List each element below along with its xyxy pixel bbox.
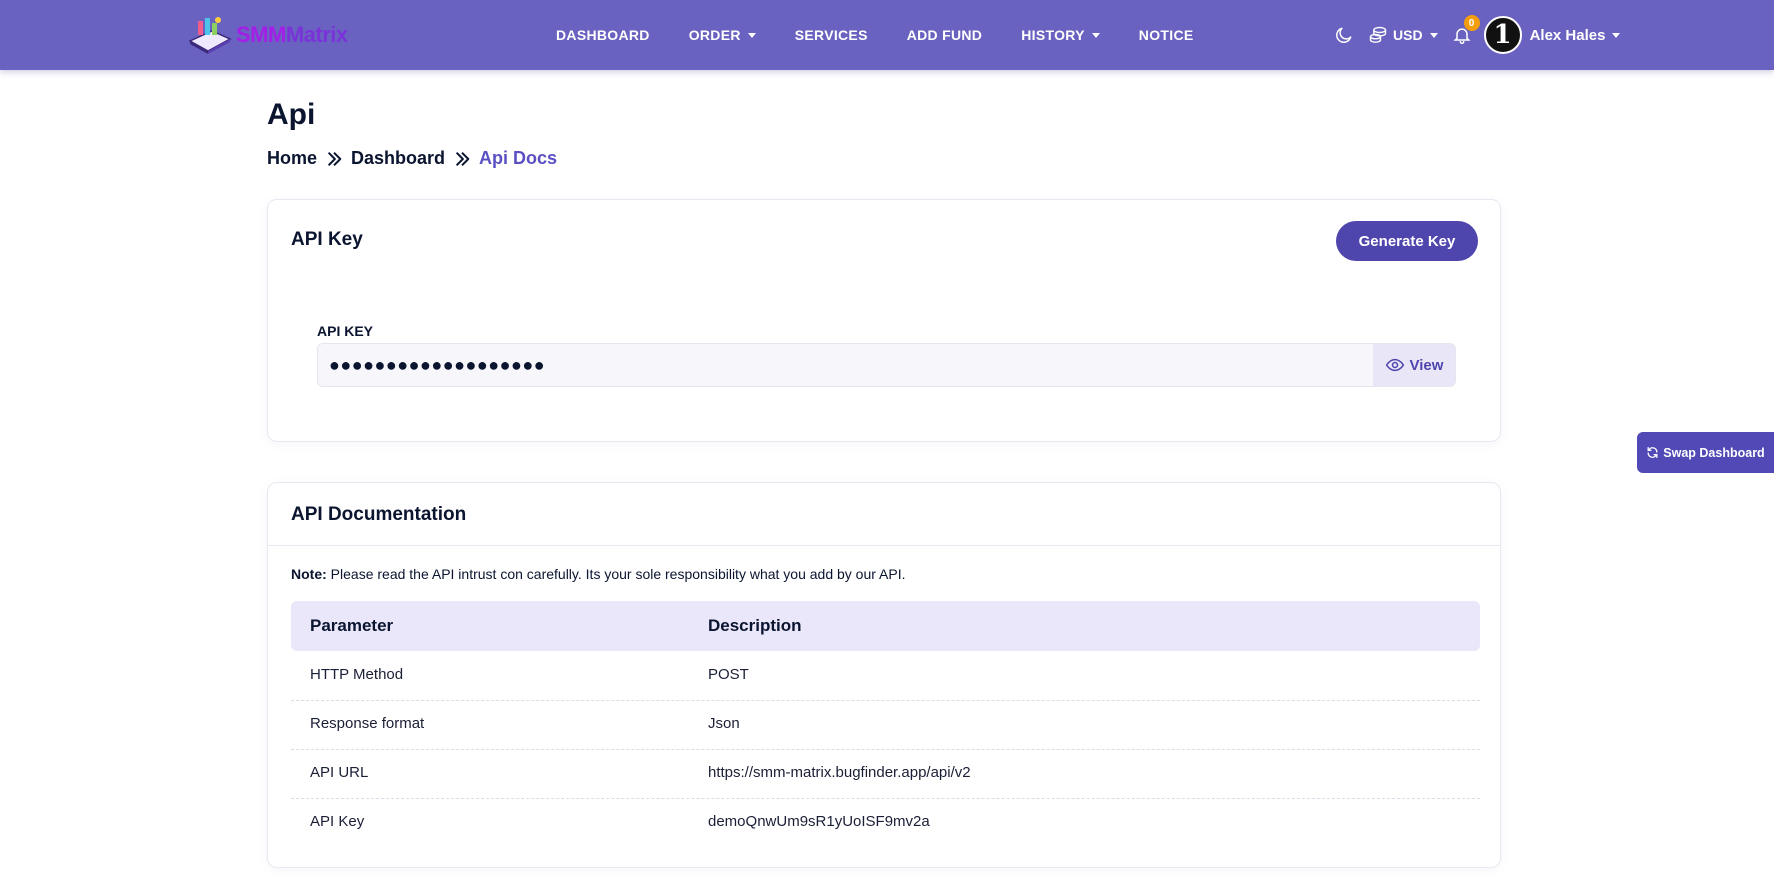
api-key-card-title: API Key	[291, 229, 363, 250]
param-cell: API Key	[310, 813, 365, 830]
nav-add-fund-label: ADD FUND	[906, 27, 983, 43]
note-text: Please read the API intrust con carefull…	[326, 566, 906, 582]
column-header-description: Description	[708, 616, 802, 635]
nav-history[interactable]: HISTORY	[1021, 27, 1100, 43]
chevron-down-icon	[1091, 32, 1100, 38]
currency-selector[interactable]: USD	[1368, 25, 1438, 45]
table-row: API URL https://smm-matrix.bugfinder.app…	[291, 749, 1480, 799]
param-cell: Response format	[310, 715, 425, 732]
avatar-text: 1	[1493, 20, 1512, 50]
api-key-card: API Key Generate Key API KEY View	[267, 199, 1501, 442]
page-title: Api	[267, 98, 316, 131]
coins-icon	[1369, 26, 1387, 43]
breadcrumb-api-docs: Api Docs	[479, 148, 558, 168]
double-chevron-right-icon	[325, 150, 343, 168]
swap-dashboard-label: Swap Dashboard	[1663, 445, 1765, 460]
nav-notice[interactable]: NOTICE	[1139, 27, 1194, 43]
theme-toggle[interactable]	[1334, 25, 1354, 45]
logo-text: SMMMatrix	[236, 22, 348, 48]
description-cell: POST	[708, 666, 749, 683]
table-header: Parameter Description	[291, 601, 1480, 651]
logo-icon	[188, 17, 232, 54]
card-divider	[268, 545, 1500, 546]
currency-label: USD	[1393, 27, 1423, 43]
view-key-label: View	[1409, 356, 1444, 374]
main-menu: DASHBOARD ORDER SERVICES ADD FUND HISTOR…	[556, 0, 1233, 70]
api-docs-card-title: API Documentation	[291, 504, 467, 525]
notification-badge: 0	[1463, 15, 1480, 31]
moon-icon	[1336, 27, 1352, 43]
description-cell: demoQnwUm9sR1yUoISF9mv2a	[708, 813, 930, 830]
breadcrumb-dashboard[interactable]: Dashboard	[351, 148, 445, 169]
nav-services[interactable]: SERVICES	[795, 27, 868, 43]
docs-note: Note: Please read the API intrust con ca…	[291, 566, 906, 582]
logo-text-part2: Matrix	[285, 22, 348, 47]
breadcrumb-home[interactable]: Home	[267, 148, 317, 169]
breadcrumb: Home Dashboard Api Docs	[267, 148, 557, 169]
top-navbar: SMMMatrix DASHBOARD ORDER SERVICES ADD F…	[0, 0, 1774, 70]
nav-add-fund[interactable]: ADD FUND	[907, 27, 983, 43]
table-row: API Key demoQnwUm9sR1yUoISF9mv2a	[291, 798, 1480, 847]
nav-services-label: SERVICES	[794, 27, 868, 43]
user-name-label: Alex Hales	[1529, 26, 1606, 44]
note-label: Note:	[291, 566, 327, 582]
api-docs-card: API Documentation Note: Please read the …	[267, 482, 1501, 868]
api-key-field[interactable]	[318, 344, 1373, 386]
nav-dashboard-label: DASHBOARD	[556, 27, 650, 43]
api-key-label: API KEY	[317, 323, 374, 339]
chevron-down-icon	[1612, 32, 1621, 38]
nav-history-label: HISTORY	[1021, 27, 1085, 43]
column-header-parameter: Parameter	[310, 616, 394, 635]
param-cell: HTTP Method	[310, 666, 404, 683]
logo-text-part1: SMM	[236, 22, 286, 47]
notifications-button[interactable]: 0	[1452, 15, 1480, 46]
brand-logo[interactable]: SMMMatrix	[188, 14, 348, 56]
swap-dashboard-button[interactable]: Swap Dashboard	[1637, 432, 1774, 473]
double-chevron-right-icon	[453, 150, 471, 168]
avatar[interactable]: 1	[1483, 16, 1522, 54]
description-cell: Json	[708, 715, 740, 732]
api-key-input-group: View	[317, 343, 1456, 387]
nav-right-controls: USD 0 1 Alex Hales	[1334, 0, 1621, 70]
refresh-icon	[1647, 446, 1658, 459]
nav-order-label: ORDER	[688, 27, 741, 43]
chevron-down-icon	[1429, 32, 1438, 38]
user-menu[interactable]: Alex Hales	[1530, 27, 1621, 44]
eye-icon	[1385, 358, 1404, 372]
nav-order[interactable]: ORDER	[689, 27, 756, 43]
description-cell: https://smm-matrix.bugfinder.app/api/v2	[708, 764, 971, 781]
nav-dashboard[interactable]: DASHBOARD	[556, 27, 650, 43]
view-key-button[interactable]: View	[1373, 344, 1455, 386]
param-cell: API URL	[310, 764, 369, 781]
generate-key-button[interactable]: Generate Key	[1336, 221, 1478, 261]
table-row: HTTP Method POST	[291, 651, 1480, 701]
nav-notice-label: NOTICE	[1138, 27, 1194, 43]
table-row: Response format Json	[291, 700, 1480, 750]
chevron-down-icon	[747, 32, 756, 38]
